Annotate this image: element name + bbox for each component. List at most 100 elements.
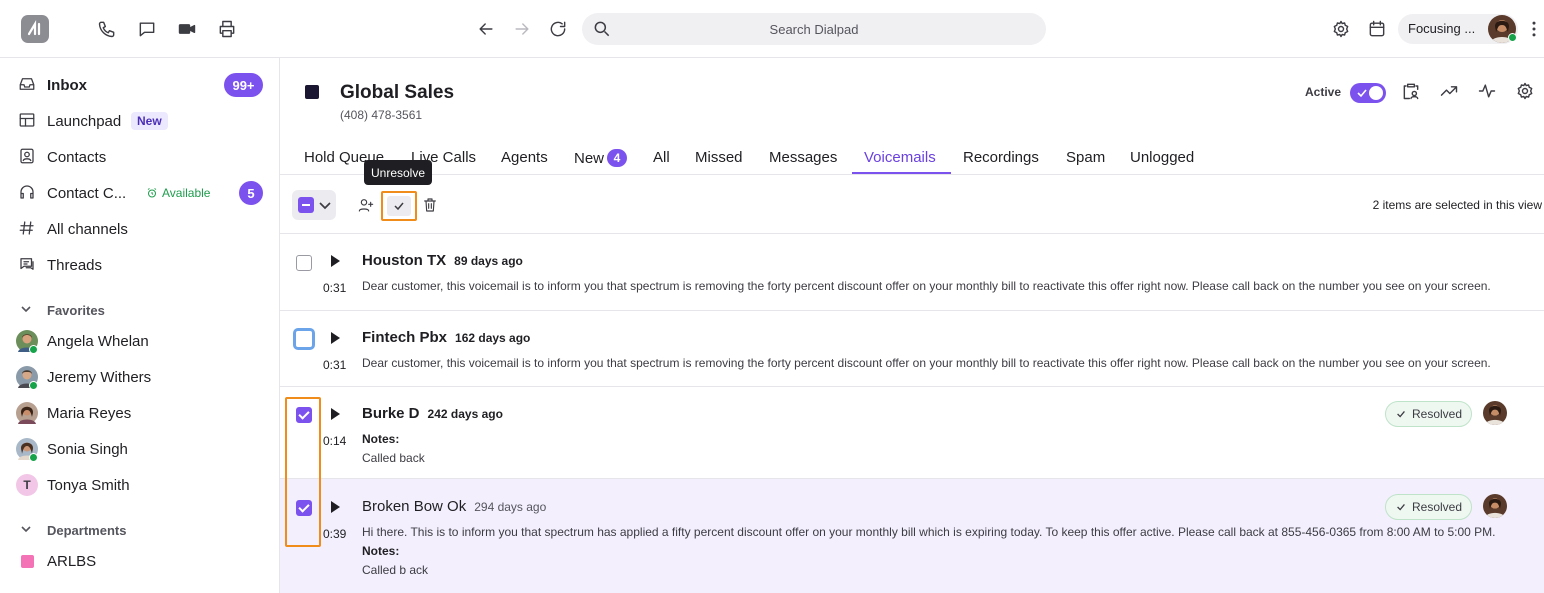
voicemail-duration: 0:31	[323, 358, 347, 372]
caller-name-line[interactable]: Broken Bow Ok 294 days ago	[362, 498, 546, 515]
video-icon[interactable]	[175, 17, 199, 41]
selected-count-text: 2 items are selected in this view	[1372, 198, 1542, 212]
voicemail-row[interactable]: 0:39 Broken Bow Ok 294 days ago Hi there.…	[280, 479, 1544, 593]
tab-agents[interactable]: Agents	[501, 149, 548, 166]
sidebar-item-label: Contact C...	[47, 184, 127, 202]
notes-label: Notes:	[362, 544, 400, 558]
play-icon[interactable]	[331, 332, 340, 344]
departments-section-header[interactable]: Departments	[20, 523, 126, 538]
voicemail-duration: 0:39	[323, 527, 347, 541]
department-name: ARLBS	[47, 552, 97, 570]
back-arrow-icon[interactable]	[474, 17, 498, 41]
department-settings-icon[interactable]	[1515, 81, 1539, 105]
calendar-icon[interactable]	[1365, 17, 1389, 41]
caller-name-line[interactable]: Fintech Pbx 162 days ago	[362, 329, 530, 346]
tab-all[interactable]: All	[653, 149, 670, 166]
caller-name: Houston TX	[362, 252, 447, 269]
chevron-down-icon	[318, 195, 332, 215]
favorite-contact[interactable]: T Tonya Smith	[0, 467, 280, 503]
caller-name-line[interactable]: Burke D 242 days ago	[362, 405, 503, 422]
unresolve-button[interactable]	[381, 191, 417, 221]
availability-status[interactable]: Available	[146, 186, 210, 200]
presence-dot	[29, 345, 38, 354]
caller-name-line[interactable]: Houston TX 89 days ago	[362, 252, 523, 269]
more-vertical-icon[interactable]	[1522, 17, 1544, 41]
play-icon[interactable]	[331, 408, 340, 420]
favorites-section-header[interactable]: Favorites	[20, 303, 105, 318]
presence-dot	[1508, 33, 1517, 42]
voicemail-transcript: Hi there. This is to inform you that spe…	[362, 525, 1496, 539]
sidebar-item-inbox[interactable]: Inbox 99+	[0, 67, 280, 103]
resolved-badge[interactable]: Resolved	[1385, 401, 1473, 427]
settings-gear-icon[interactable]	[1329, 17, 1353, 41]
check-icon	[1357, 89, 1367, 98]
tab-unlogged[interactable]: Unlogged	[1130, 149, 1194, 166]
play-icon[interactable]	[331, 255, 340, 267]
voicemail-row[interactable]: 0:14 Burke D 242 days ago Notes: Called b…	[280, 387, 1544, 479]
top-bar: Search Dialpad Focusing ...	[0, 0, 1544, 58]
avatar	[16, 402, 38, 424]
tab-recordings[interactable]: Recordings	[963, 149, 1039, 166]
sidebar-item-contacts[interactable]: Contacts	[0, 139, 280, 175]
favorites-title: Favorites	[47, 303, 105, 318]
voicemail-transcript: Dear customer, this voicemail is to info…	[362, 279, 1491, 293]
active-toggle[interactable]	[1350, 83, 1386, 103]
department-item[interactable]: ARLBS	[0, 543, 280, 579]
department-color-square	[305, 85, 319, 99]
sidebar-item-contact-center[interactable]: Contact C... Available 5	[0, 175, 280, 211]
presence-dot	[29, 453, 38, 462]
tab-messages[interactable]: Messages	[769, 149, 837, 166]
status-selector[interactable]: Focusing ...	[1398, 14, 1518, 44]
delete-button[interactable]	[417, 192, 443, 218]
assignee-avatar	[1483, 494, 1507, 518]
row-checkbox[interactable]	[295, 330, 313, 348]
unresolve-tooltip: Unresolve	[364, 160, 433, 185]
user-plus-icon	[358, 199, 374, 212]
bulk-action-toolbar: 2 items are selected in this view	[280, 175, 1544, 234]
activity-icon[interactable]	[1477, 81, 1501, 105]
chevron-down-icon	[20, 523, 34, 538]
tab-new-badge: 4	[607, 149, 628, 167]
favorite-contact[interactable]: Angela Whelan	[0, 323, 280, 359]
caller-name: Burke D	[362, 405, 420, 422]
favorite-contact[interactable]: Jeremy Withers	[0, 359, 280, 395]
assign-user-button[interactable]	[353, 192, 379, 218]
sidebar-item-threads[interactable]: Threads	[0, 247, 280, 283]
voicemail-row[interactable]: 0:31 Fintech Pbx 162 days ago Dear custom…	[280, 311, 1544, 387]
tab-new[interactable]: New 4	[574, 149, 628, 167]
message-icon[interactable]	[135, 17, 159, 41]
refresh-icon[interactable]	[546, 17, 570, 41]
department-color-swatch	[21, 554, 34, 568]
bulk-select-dropdown[interactable]	[292, 190, 336, 220]
phone-icon[interactable]	[95, 17, 119, 41]
favorite-contact[interactable]: Maria Reyes	[0, 395, 280, 431]
forward-arrow-icon[interactable]	[510, 17, 534, 41]
launchpad-icon	[18, 111, 38, 131]
tab-missed[interactable]: Missed	[695, 149, 743, 166]
sidebar-item-label: All channels	[47, 220, 128, 238]
favorite-name: Maria Reyes	[47, 404, 132, 422]
sidebar-item-launchpad[interactable]: Launchpad New	[0, 103, 280, 139]
tab-voicemails[interactable]: Voicemails	[864, 149, 936, 166]
trending-up-icon[interactable]	[1439, 81, 1463, 105]
toggle-knob	[1369, 86, 1383, 100]
dialpad-logo[interactable]	[21, 15, 49, 43]
notes-text: Called b ack	[362, 563, 429, 577]
play-icon[interactable]	[331, 501, 340, 513]
voicemail-row[interactable]: 0:31 Houston TX 89 days ago Dear customer…	[280, 234, 1544, 311]
search-placeholder: Search Dialpad	[769, 22, 859, 37]
voicemail-duration: 0:14	[323, 434, 347, 448]
tab-bar: Hold Queue Live Calls Agents New 4 All Mi…	[280, 144, 1544, 175]
status-label: Focusing ...	[1408, 21, 1476, 36]
voicemail-age: 242 days ago	[427, 407, 503, 421]
printer-icon[interactable]	[215, 17, 239, 41]
resolved-badge[interactable]: Resolved	[1385, 494, 1473, 520]
sidebar-item-all-channels[interactable]: All channels	[0, 211, 280, 247]
select-all-checkbox[interactable]	[298, 197, 314, 213]
row-checkbox[interactable]	[296, 255, 312, 271]
favorite-contact[interactable]: Sonia Singh	[0, 431, 280, 467]
caller-name: Fintech Pbx	[362, 329, 448, 346]
tab-spam[interactable]: Spam	[1066, 149, 1105, 166]
clipboard-user-icon[interactable]	[1401, 81, 1425, 105]
search-input[interactable]: Search Dialpad	[582, 13, 1046, 45]
